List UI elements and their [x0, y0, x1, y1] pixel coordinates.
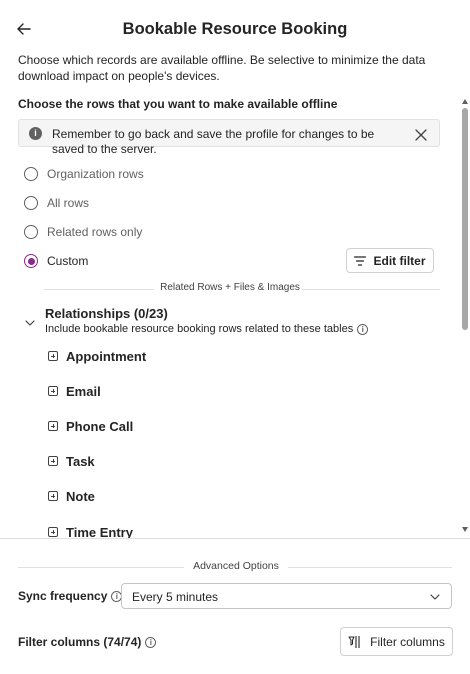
sync-frequency-label: Sync frequency i — [18, 589, 123, 603]
divider-line — [18, 567, 184, 568]
radio-label: Organization rows — [47, 167, 144, 181]
edit-filter-button[interactable]: Edit filter — [346, 248, 434, 273]
info-banner: i Remember to go back and save the profi… — [18, 119, 440, 156]
divider-text: Advanced Options — [193, 560, 279, 572]
relationships-subtitle: Include bookable resource booking rows r… — [45, 323, 369, 335]
radio-button[interactable] — [24, 225, 38, 239]
expand-plus-icon[interactable] — [48, 456, 58, 466]
radio-custom[interactable]: Custom — [24, 251, 88, 271]
radio-label: Custom — [47, 254, 89, 268]
info-icon: i — [29, 127, 42, 140]
rows-section-heading: Choose the rows that you want to make av… — [18, 97, 338, 111]
scroll-up-arrow-icon[interactable] — [462, 99, 468, 104]
divider-line — [44, 289, 154, 290]
radio-organization-rows[interactable]: Organization rows — [24, 164, 144, 184]
table-item-appointment[interactable]: Appointment — [48, 347, 146, 365]
expand-plus-icon[interactable] — [48, 386, 58, 396]
table-item-label: Appointment — [66, 348, 147, 364]
sync-frequency-dropdown[interactable]: Every 5 minutes — [121, 583, 452, 609]
table-item-label: Note — [66, 488, 95, 504]
radio-button-selected[interactable] — [24, 254, 38, 268]
chevron-down-icon[interactable] — [24, 317, 36, 329]
chevron-down-icon — [430, 594, 440, 600]
related-rows-divider: Related Rows + Files & Images — [0, 282, 460, 296]
radio-label: All rows — [47, 196, 90, 210]
sync-frequency-text: Sync frequency — [18, 589, 108, 603]
expand-plus-icon[interactable] — [48, 351, 58, 361]
edit-filter-label: Edit filter — [373, 253, 426, 268]
table-item-label: Phone Call — [66, 418, 134, 434]
divider-line — [288, 567, 452, 568]
divider-text: Related Rows + Files & Images — [160, 282, 300, 293]
vertical-scrollbar[interactable] — [460, 96, 470, 538]
radio-button[interactable] — [24, 167, 38, 181]
radio-all-rows[interactable]: All rows — [24, 193, 89, 213]
table-item-time-entry[interactable]: Time Entry — [48, 523, 133, 538]
banner-text: Remember to go back and save the profile… — [52, 127, 375, 156]
radio-related-rows-only[interactable]: Related rows only — [24, 222, 142, 242]
scrollbar-thumb[interactable] — [462, 108, 468, 330]
table-item-phone-call[interactable]: Phone Call — [48, 417, 133, 435]
table-item-label: Email — [66, 383, 101, 399]
panel-header: Bookable Resource Booking — [0, 0, 470, 52]
filter-columns-label: Filter columns (74/74) i — [18, 635, 157, 649]
filter-columns-text: Filter columns (74/74) — [18, 635, 142, 649]
filter-columns-button[interactable]: Filter columns — [340, 627, 453, 656]
info-icon[interactable]: i — [145, 636, 157, 648]
scroll-content[interactable]: Choose which records are available offli… — [0, 52, 460, 538]
close-icon[interactable] — [414, 128, 428, 142]
divider-line — [302, 289, 440, 290]
scroll-down-arrow-icon[interactable] — [462, 527, 468, 532]
description-text: Choose which records are available offli… — [18, 53, 426, 83]
table-item-label: Task — [66, 453, 95, 469]
expand-plus-icon[interactable] — [48, 491, 58, 501]
table-item-note[interactable]: Note — [48, 487, 95, 505]
relationships-title[interactable]: Relationships (0/23) — [45, 306, 168, 321]
filter-icon — [354, 255, 367, 266]
sync-frequency-value: Every 5 minutes — [132, 590, 219, 604]
info-icon[interactable]: i — [357, 323, 369, 335]
filter-columns-icon — [348, 635, 360, 648]
radio-label: Related rows only — [47, 225, 143, 239]
table-item-label: Time Entry — [66, 524, 133, 539]
expand-plus-icon[interactable] — [48, 421, 58, 431]
advanced-options-divider: Advanced Options — [0, 560, 470, 574]
page-title: Bookable Resource Booking — [122, 20, 348, 38]
relationships-subtitle-text: Include bookable resource booking rows r… — [45, 323, 354, 335]
table-item-email[interactable]: Email — [48, 382, 101, 400]
expand-plus-icon[interactable] — [48, 527, 58, 537]
table-item-task[interactable]: Task — [48, 452, 95, 470]
filter-columns-button-label: Filter columns — [370, 634, 445, 649]
radio-button[interactable] — [24, 196, 38, 210]
advanced-options-footer: Advanced Options Sync frequency i Every … — [0, 538, 470, 674]
